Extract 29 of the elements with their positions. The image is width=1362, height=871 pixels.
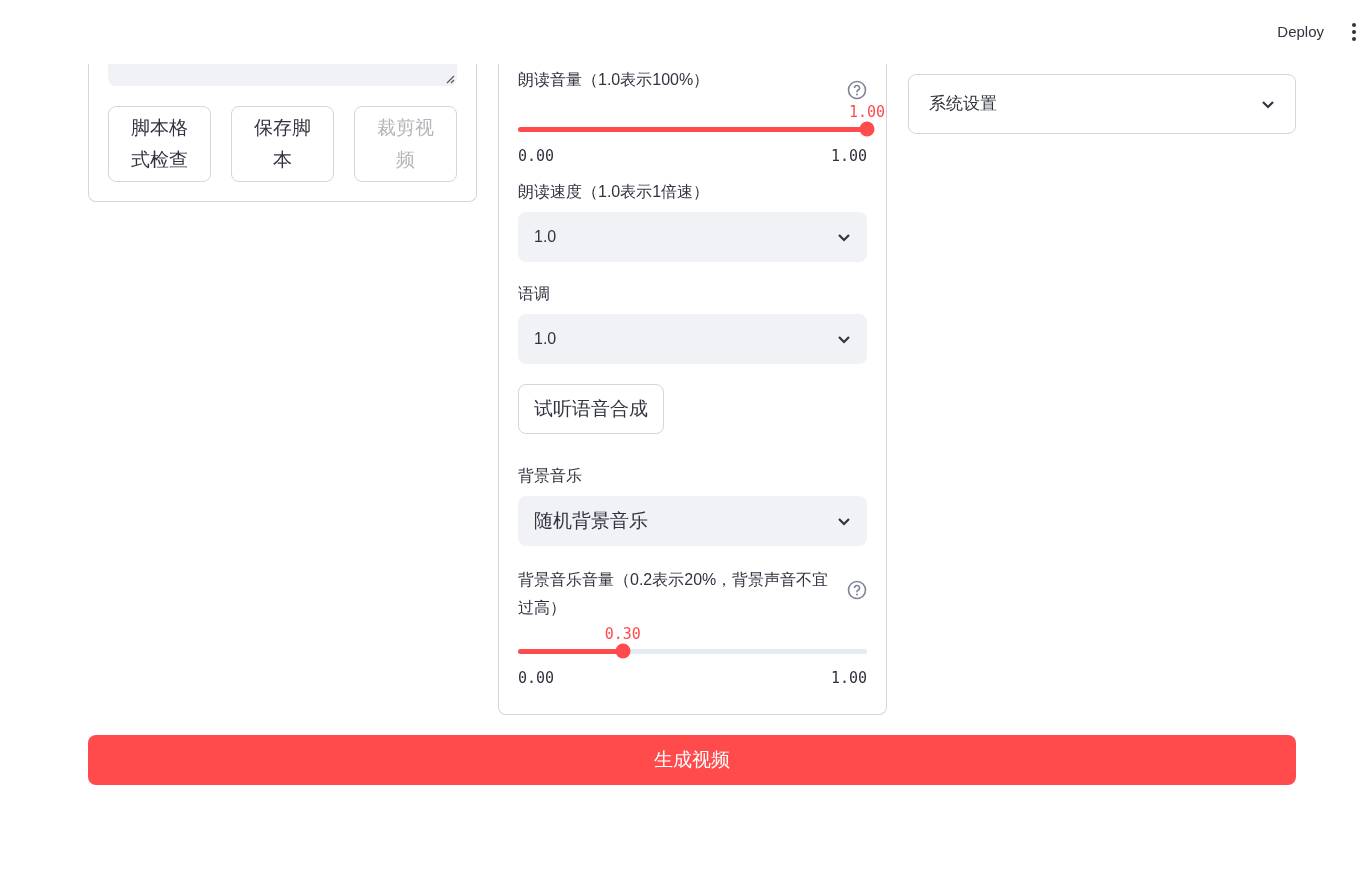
preview-button[interactable]: 试听语音合成 — [518, 384, 664, 434]
slider-min: 0.00 — [518, 146, 555, 166]
resize-handle-icon[interactable] — [446, 75, 455, 84]
slider-value: 1.00 — [849, 102, 886, 122]
slider-thumb[interactable] — [615, 643, 631, 659]
chevron-down-icon — [837, 516, 852, 526]
action-button[interactable]: 保存脚本 — [231, 106, 334, 182]
slider-thumb[interactable] — [859, 121, 875, 137]
slider-label: 背景音乐音量（0.2表示20%，背景声音不宜过高） — [518, 570, 830, 618]
help-icon[interactable] — [847, 580, 868, 600]
chevron-down-icon — [837, 232, 852, 242]
slider-min: 0.00 — [518, 668, 555, 688]
chevron-down-icon — [1261, 99, 1275, 109]
chevron-down-icon — [837, 334, 852, 344]
slider-max: 1.00 — [830, 146, 868, 166]
menu-icon[interactable] — [1350, 22, 1358, 42]
action-button[interactable]: 脚本格式检查 — [108, 106, 211, 182]
help-icon[interactable] — [847, 80, 868, 100]
slider-max: 1.00 — [830, 668, 868, 688]
select-field[interactable]: 1.0 — [518, 212, 868, 262]
deploy-button[interactable]: Deploy — [1269, 16, 1332, 48]
select-label: 朗读速度（1.0表示1倍速） — [518, 182, 711, 202]
system-settings-expander[interactable]: 系统设置 — [908, 74, 1296, 134]
slider-value: 0.30 — [604, 624, 641, 644]
select-field[interactable]: 1.0 — [518, 314, 868, 364]
select-label: 语调 — [518, 284, 551, 304]
slider-label: 朗读音量（1.0表示100%） — [518, 70, 710, 90]
select-label: 背景音乐 — [518, 466, 583, 486]
select-field[interactable]: 随机背景音乐 — [518, 496, 868, 546]
